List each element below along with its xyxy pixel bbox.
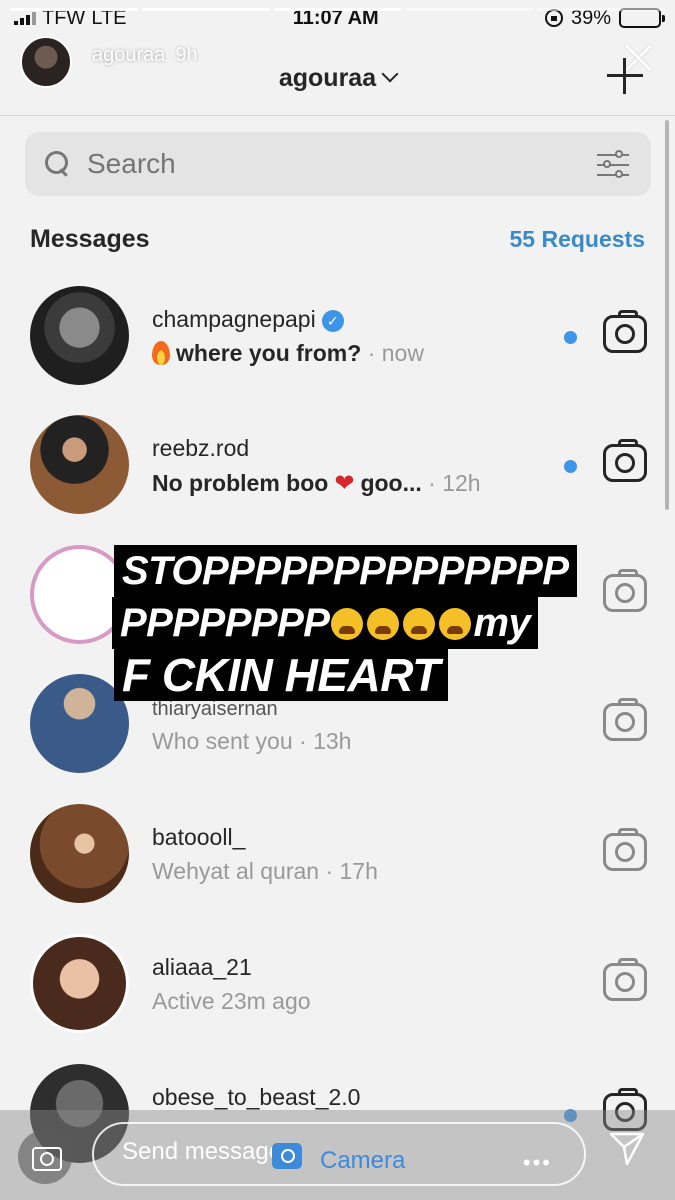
- avatar[interactable]: [30, 934, 129, 1033]
- scrollbar[interactable]: [665, 120, 669, 510]
- avatar[interactable]: [30, 804, 129, 903]
- avatar[interactable]: [30, 286, 129, 385]
- weary-face-icon: [403, 608, 436, 640]
- thread-username: reebz.rod: [152, 435, 250, 461]
- thread-time: · now: [367, 340, 424, 366]
- thread-row[interactable]: reebz.rod No problem boo ❤ goo... · 12h: [0, 415, 665, 545]
- chevron-down-icon: [381, 65, 399, 83]
- thread-row[interactable]: aliaaa_21 Active 23m ago: [0, 934, 665, 1064]
- search-input[interactable]: [87, 148, 547, 180]
- verified-badge-icon: ✓: [321, 310, 344, 332]
- thread-username: obese_to_beast_2.0: [152, 1084, 361, 1110]
- rotation-lock-icon: [544, 9, 563, 27]
- thread-time: · 13h: [299, 728, 352, 754]
- thread-username-text: champagnepapi: [152, 306, 316, 332]
- signal-icon: [14, 11, 36, 25]
- overlay-line-2: PPPPPPPP my: [112, 597, 539, 649]
- thread-username: batoooll_: [152, 824, 246, 850]
- status-bar: TFW LTE 11:07 AM 39%: [0, 0, 675, 36]
- thread-row[interactable]: champagnepapi ✓ where you from? · now: [0, 286, 665, 416]
- thread-time: · 17h: [325, 858, 378, 884]
- overlay-line-1: STOPPPPPPPPPPPPPP: [114, 545, 577, 597]
- overlay-line-2-text: PPPPPPPP: [120, 601, 330, 645]
- fire-icon: [152, 341, 170, 365]
- camera-tab-label[interactable]: Camera: [320, 1147, 405, 1175]
- thread-preview-text: Who sent you: [152, 728, 293, 754]
- messages-title: Messages: [30, 225, 150, 253]
- account-switcher[interactable]: agouraa: [0, 64, 675, 93]
- thread-preview-text: No problem boo: [152, 470, 329, 496]
- search-icon: [45, 151, 71, 177]
- story-age: 9h: [175, 44, 198, 66]
- weary-face-icon: [331, 608, 364, 640]
- camera-icon[interactable]: [603, 310, 647, 353]
- battery-icon: [618, 8, 665, 28]
- camera-tab-icon[interactable]: [272, 1143, 302, 1169]
- search-bar[interactable]: [25, 132, 651, 196]
- thread-preview: Active 23m ago: [152, 988, 311, 1015]
- story-progress-segment: [273, 8, 402, 11]
- story-progress-segment: [537, 8, 665, 11]
- inbox-header: agouraa 9h agouraa: [0, 36, 675, 116]
- overlay-line-3: F CKIN HEART: [114, 649, 448, 701]
- thread-preview-tail: goo...: [360, 470, 422, 496]
- thread-preview-text: Active 23m ago: [152, 988, 311, 1014]
- camera-icon[interactable]: [603, 958, 647, 1001]
- thread-username: aliaaa_21: [152, 954, 252, 980]
- avatar[interactable]: [30, 415, 129, 514]
- thread-username: thiaryaisernan: [152, 698, 278, 720]
- thread-username: champagnepapi ✓: [152, 306, 344, 333]
- story-progress-segment: [10, 8, 138, 11]
- requests-link[interactable]: 55 Requests: [509, 226, 645, 253]
- camera-icon[interactable]: [603, 698, 647, 741]
- more-options-icon[interactable]: •••: [523, 1150, 552, 1176]
- reply-camera-icon[interactable]: [18, 1130, 72, 1184]
- overlay-line-2-tail: my: [473, 601, 531, 645]
- weary-face-icon: [367, 608, 400, 640]
- unread-dot: [564, 331, 577, 344]
- story-progress-segment: [405, 8, 534, 11]
- camera-icon[interactable]: [603, 828, 647, 871]
- thread-preview: where you from? · now: [152, 340, 424, 367]
- filter-icon[interactable]: [597, 150, 629, 178]
- thread-row[interactable]: batoooll_ Wehyat al quran · 17h: [0, 804, 665, 934]
- send-icon[interactable]: [607, 1128, 647, 1168]
- camera-icon[interactable]: [603, 439, 647, 482]
- heart-icon: ❤: [334, 470, 355, 497]
- thread-preview: Who sent you · 13h: [152, 728, 351, 755]
- story-username: agouraa: [92, 44, 166, 66]
- story-text-overlay: STOPPPPPPPPPPPPPP PPPPPPPP my F CKIN HEAR…: [112, 545, 577, 701]
- weary-face-icon: [439, 608, 472, 640]
- thread-preview-text: where you from?: [176, 340, 362, 366]
- thread-time: · 12h: [428, 470, 481, 496]
- thread-preview: Wehyat al quran · 17h: [152, 858, 378, 885]
- camera-icon[interactable]: [603, 569, 647, 612]
- thread-preview: No problem boo ❤ goo... · 12h: [152, 469, 481, 498]
- story-progress: [10, 8, 665, 11]
- thread-preview-text: Wehyat al quran: [152, 858, 320, 884]
- story-progress-segment: [141, 8, 270, 11]
- account-name: agouraa: [278, 64, 377, 92]
- plus-icon[interactable]: [607, 58, 643, 94]
- unread-dot: [564, 460, 577, 473]
